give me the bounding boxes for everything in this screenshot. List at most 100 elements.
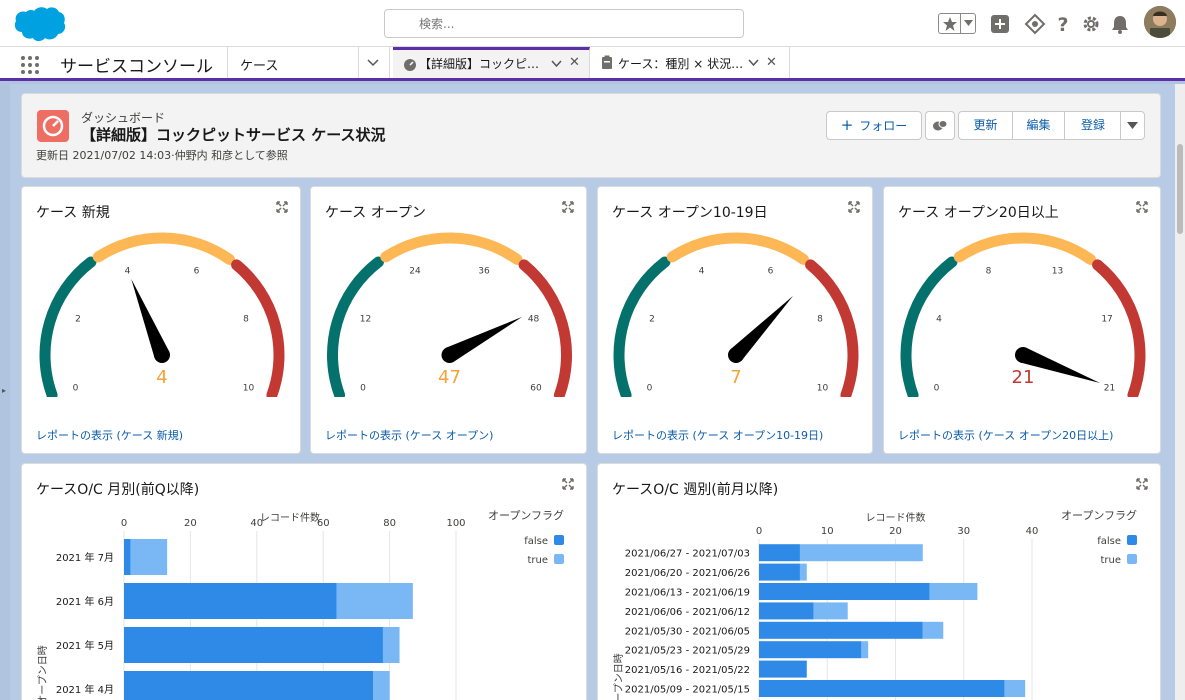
gauge-needle-hub (154, 347, 170, 363)
bar-segment-true[interactable] (336, 583, 413, 619)
gauge-tick-label: 6 (768, 267, 774, 277)
gauge-tick-label: 6 (194, 267, 200, 277)
bar-segment-false[interactable] (759, 660, 807, 678)
bar-segment-false[interactable] (759, 621, 923, 639)
y-tick-label: 2021/06/13 - 2021/06/19 (625, 588, 750, 599)
x-tick-label: 20 (184, 518, 197, 529)
gauge-tick-label: 10 (243, 383, 255, 393)
tab-dashboard[interactable]: 【詳細版】コックピ… ✕ (393, 47, 590, 78)
bar-segment-false[interactable] (759, 563, 800, 581)
bar-segment-false[interactable] (124, 671, 373, 700)
navigation-object-select[interactable]: ケース (227, 47, 390, 78)
bar-segment-false[interactable] (124, 583, 337, 619)
gauge-band-mid (666, 232, 809, 265)
gauge-tick-label: 4 (125, 267, 131, 277)
gauge-band-low (39, 256, 97, 397)
view-report-link[interactable]: レポートの表示 (ケース オープン20日以上) (898, 427, 1113, 443)
view-report-link[interactable]: レポートの表示 (ケース オープン10-19日) (612, 427, 823, 443)
gauge-chart: 0 2 4 6 8 10 7 (613, 232, 859, 397)
expand-icon[interactable] (848, 201, 860, 213)
bar-segment-true[interactable] (799, 544, 923, 562)
clipboard-icon (602, 55, 612, 69)
legend-swatch[interactable] (1127, 554, 1137, 564)
close-icon[interactable]: ✕ (569, 55, 580, 70)
dashboard-refresh-info: 更新日 2021/07/02 14:03·仲野内 和彦として参照 (36, 149, 288, 162)
y-tick-label: 2021/05/09 - 2021/05/15 (625, 685, 750, 696)
gauge-value: 21 (1012, 367, 1035, 388)
view-report-link[interactable]: レポートの表示 (ケース 新規) (36, 427, 183, 443)
chart-card-monthly: ケースO/C 月別(前Q以降) レコード件数 0 20 40 60 80 100 オープン日時… (21, 463, 587, 700)
app-launcher-icon[interactable] (20, 55, 40, 75)
scrollbar-thumb[interactable] (1177, 144, 1183, 234)
expand-icon[interactable] (276, 201, 288, 213)
bar-segment-false[interactable] (124, 539, 131, 575)
more-actions-button[interactable] (1120, 111, 1145, 140)
dashboard-gauge-icon (404, 59, 416, 71)
expand-icon[interactable] (1136, 201, 1148, 213)
chevron-down-icon (964, 20, 973, 26)
gauge-tick-label: 13 (1052, 267, 1063, 277)
chevron-down-icon[interactable] (748, 57, 759, 68)
bar-chart-monthly: レコード件数 0 20 40 60 80 100 オープン日時 2021 年 7月 2021 年 … (37, 508, 564, 700)
x-tick-label: 0 (756, 526, 762, 537)
expand-icon[interactable] (562, 201, 574, 213)
y-tick-label: 2021/06/06 - 2021/06/12 (625, 607, 750, 618)
bar-segment-true[interactable] (373, 671, 390, 700)
view-report-link[interactable]: レポートの表示 (ケース オープン) (325, 427, 493, 443)
legend-swatch[interactable] (1127, 535, 1137, 545)
feed-button[interactable] (925, 111, 955, 140)
bar-segment-false[interactable] (759, 680, 1005, 697)
notification-bell-icon[interactable] (1109, 13, 1131, 35)
bar-segment-true[interactable] (861, 641, 869, 659)
bar-segment-true[interactable] (130, 539, 168, 575)
bar-segment-true[interactable] (922, 621, 944, 639)
trailhead-icon[interactable] (1024, 13, 1046, 35)
gear-icon[interactable] (1080, 13, 1102, 35)
dashboard-title: 【詳細版】コックピットサービス ケース状況 (81, 126, 386, 144)
bar-segment-false[interactable] (759, 583, 930, 600)
gauge-tick-label: 8 (817, 315, 823, 325)
favorites-button[interactable] (938, 13, 976, 34)
gauge-band-low (327, 256, 384, 397)
subscribe-button[interactable]: 登録 (1064, 111, 1122, 140)
legend-swatch[interactable] (554, 554, 564, 564)
bar-segment-true[interactable] (799, 563, 807, 581)
gauge-card: ケース オープン10-19日 0 2 4 6 8 10 7 レポートの表示 (ケース オープン1… (597, 186, 873, 454)
refresh-button[interactable]: 更新 (958, 111, 1013, 140)
side-panel-toggle-icon[interactable]: ▸ (2, 386, 6, 395)
bar-segment-false[interactable] (759, 641, 862, 659)
chevron-down-icon[interactable] (551, 58, 562, 69)
user-avatar[interactable] (1144, 6, 1176, 38)
gauge-tick-label: 0 (647, 383, 653, 393)
chevron-down-icon[interactable] (367, 57, 379, 69)
scrollbar[interactable] (1175, 84, 1185, 700)
bar-segment-false[interactable] (124, 627, 383, 663)
help-icon[interactable]: ? (1052, 13, 1074, 35)
gauge-band-high (518, 259, 572, 397)
bar-segment-true[interactable] (813, 602, 848, 620)
gauge-title: ケース オープン10-19日 (612, 205, 768, 221)
y-tick-label: 2021/06/27 - 2021/07/03 (625, 549, 750, 560)
bar-segment-true[interactable] (382, 627, 400, 663)
bar-segment-false[interactable] (759, 602, 814, 620)
global-actions-icon[interactable] (989, 13, 1011, 35)
gauge-value: 4 (156, 367, 167, 388)
gauge-tick-label: 2 (75, 315, 81, 325)
edit-button[interactable]: 編集 (1012, 111, 1065, 140)
gauge-needle-hub (728, 347, 744, 363)
follow-button[interactable]: + フォロー (826, 111, 922, 140)
console-navigation-bar: サービスコンソール ケース 【詳細版】コックピ… ✕ ケース：種別 × 状況… … (0, 47, 1185, 81)
global-search-input[interactable] (384, 9, 744, 38)
close-icon[interactable]: ✕ (766, 55, 777, 70)
legend-label: false (1097, 536, 1121, 547)
tab-report[interactable]: ケース：種別 × 状況… ✕ (590, 47, 790, 78)
y-tick-label: 2021/05/16 - 2021/05/22 (625, 665, 750, 676)
gauge-tick-label: 8 (243, 315, 249, 325)
gauge-card: ケース 新規 0 2 4 6 8 10 4 レポートの表示 (ケース 新規) (21, 186, 301, 454)
legend-label: false (524, 536, 548, 547)
bar-segment-true[interactable] (1004, 680, 1026, 697)
legend-swatch[interactable] (554, 535, 564, 545)
bar-segment-false[interactable] (759, 544, 800, 562)
bar-segment-true[interactable] (929, 583, 978, 600)
salesforce-logo-icon[interactable] (12, 6, 66, 42)
